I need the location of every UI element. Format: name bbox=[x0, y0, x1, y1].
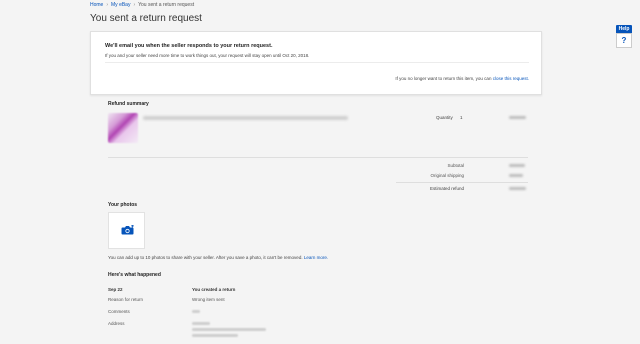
breadcrumb-my-ebay-link[interactable]: My eBay bbox=[111, 2, 130, 8]
original-shipping-label: Original shipping bbox=[430, 173, 464, 178]
history-heading: Here's what happened bbox=[108, 272, 161, 278]
help-widget[interactable]: Help ? bbox=[616, 25, 632, 48]
notice-divider bbox=[105, 62, 529, 63]
notice-body: If you and your seller need more time to… bbox=[105, 53, 310, 58]
history-event: You created a return bbox=[192, 287, 236, 292]
help-tab[interactable]: Help bbox=[616, 25, 632, 33]
quantity-label: Quantity bbox=[436, 115, 453, 120]
subtotal-label: Subtotal bbox=[447, 163, 464, 168]
history-date: Sep 22 bbox=[108, 287, 123, 292]
item-thumbnail[interactable] bbox=[108, 113, 138, 143]
breadcrumb-separator: › bbox=[133, 2, 136, 8]
estimated-refund-value-redacted bbox=[509, 187, 526, 190]
learn-more-link[interactable]: Learn more. bbox=[304, 255, 328, 260]
shipping-value-redacted bbox=[509, 174, 523, 177]
estimated-refund-label: Estimated refund bbox=[429, 186, 464, 191]
breadcrumb: Home › My eBay › You sent a return request bbox=[90, 2, 194, 8]
reason-label: Reason for return bbox=[108, 297, 144, 302]
close-request-prefix: If you no longer want to return this ite… bbox=[395, 76, 492, 81]
address-line-1-redacted bbox=[192, 322, 210, 325]
help-question-icon[interactable]: ? bbox=[616, 33, 632, 48]
address-line-2-redacted bbox=[192, 328, 266, 331]
totals-divider bbox=[396, 182, 528, 183]
address-label: Address bbox=[108, 321, 125, 326]
comments-value-redacted bbox=[192, 310, 200, 313]
photo-note-text: You can add up to 10 photos to share wit… bbox=[108, 255, 303, 260]
reason-value: Wrong item sent bbox=[192, 297, 225, 302]
quantity: Quantity 1 bbox=[436, 115, 463, 120]
breadcrumb-home-link[interactable]: Home bbox=[90, 2, 103, 8]
subtotal-value-redacted bbox=[509, 164, 525, 167]
page-title: You sent a return request bbox=[90, 13, 202, 24]
close-request-text: If you no longer want to return this ite… bbox=[379, 76, 529, 82]
camera-add-icon bbox=[121, 225, 134, 235]
breadcrumb-current: You sent a return request bbox=[138, 2, 195, 8]
breadcrumb-separator: › bbox=[106, 2, 109, 8]
quantity-value: 1 bbox=[460, 115, 463, 120]
add-photo-button[interactable] bbox=[108, 212, 145, 249]
photo-note: You can add up to 10 photos to share wit… bbox=[108, 255, 328, 260]
notice-card: We'll email you when the seller responds… bbox=[90, 31, 542, 95]
notice-heading: We'll email you when the seller responds… bbox=[105, 43, 273, 49]
your-photos-label: Your photos bbox=[108, 202, 138, 208]
comments-label: Comments bbox=[108, 309, 130, 314]
item-title-redacted bbox=[143, 116, 348, 120]
refund-summary-label: Refund summary bbox=[108, 101, 149, 107]
close-request-link[interactable]: close this request. bbox=[493, 76, 529, 81]
summary-divider bbox=[108, 157, 528, 158]
address-line-3-redacted bbox=[192, 334, 238, 337]
item-price-redacted bbox=[509, 116, 526, 119]
